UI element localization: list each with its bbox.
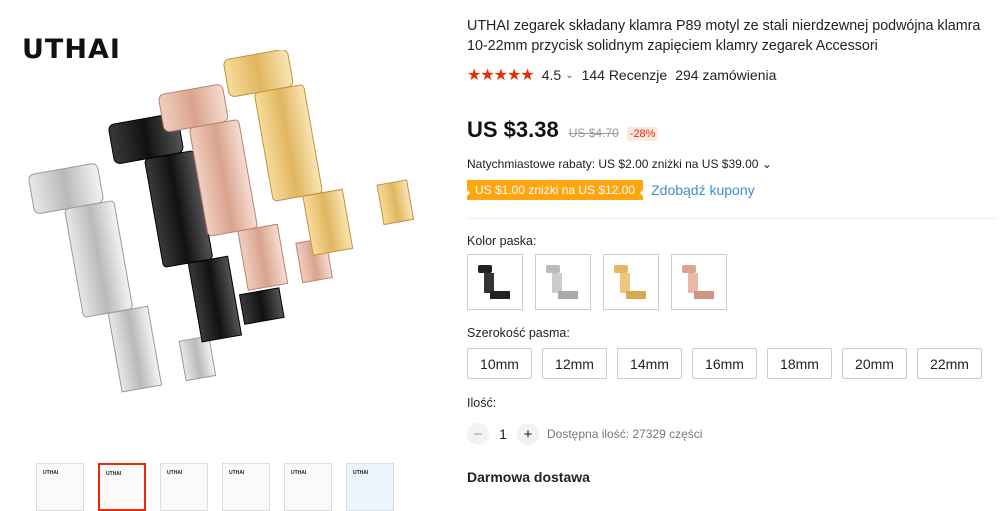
orders-count: 294 zamówienia bbox=[675, 67, 777, 83]
shipping-info: Darmowa dostawa bbox=[467, 469, 590, 485]
thumbnail[interactable]: UTHAI bbox=[36, 463, 84, 511]
quantity-plus-button[interactable]: + bbox=[517, 423, 539, 445]
thumbnail[interactable]: UTHAI bbox=[346, 463, 394, 511]
width-label: Szerokość pasma: bbox=[467, 326, 570, 340]
color-option-gold[interactable] bbox=[603, 254, 659, 310]
size-options: 10mm 12mm 14mm 16mm 18mm 20mm 22mm bbox=[467, 348, 982, 379]
thumbnail[interactable]: UTHAI bbox=[222, 463, 270, 511]
thumbnail-selected[interactable]: UTHAI bbox=[98, 463, 146, 511]
color-options bbox=[467, 254, 727, 310]
thumbnail-strip: UTHAI UTHAI UTHAI UTHAI UTHAI UTHAI bbox=[36, 463, 394, 511]
coupon-row: US $1.00 zniżki na US $12.00 Zdobądź kup… bbox=[465, 180, 755, 200]
product-title: UTHAI zegarek składany klamra P89 motyl … bbox=[467, 18, 981, 54]
quantity-stepper: − 1 + Dostępna ilość: 27329 części bbox=[467, 423, 702, 445]
star-rating-icon: ★★★★★ bbox=[467, 67, 535, 84]
size-option[interactable]: 22mm bbox=[917, 348, 982, 379]
size-option[interactable]: 16mm bbox=[692, 348, 757, 379]
rating-score[interactable]: 4.5 bbox=[542, 67, 561, 83]
size-option[interactable]: 10mm bbox=[467, 348, 532, 379]
rating-row: ★★★★★ 4.5 ⌄ 144 Recenzje 294 zamówienia bbox=[467, 65, 776, 85]
old-price: US $4.70 bbox=[568, 126, 619, 140]
divider bbox=[467, 218, 997, 219]
current-price: US $3.38 bbox=[467, 117, 559, 142]
color-option-rose-gold[interactable] bbox=[671, 254, 727, 310]
size-option[interactable]: 18mm bbox=[767, 348, 832, 379]
discount-badge: -28% bbox=[626, 127, 659, 141]
gallery: UTHAI UTHAI UTHAI UTHAI UTHAI UTHAI UTHA… bbox=[0, 0, 450, 511]
color-label: Kolor paska: bbox=[467, 234, 537, 248]
chevron-down-icon[interactable]: ⌄ bbox=[565, 70, 573, 81]
product-main-image[interactable] bbox=[18, 50, 450, 450]
size-option[interactable]: 20mm bbox=[842, 348, 907, 379]
get-coupons-link[interactable]: Zdobądź kupony bbox=[651, 182, 755, 198]
thumbnail[interactable]: UTHAI bbox=[160, 463, 208, 511]
quantity-label: Ilość: bbox=[467, 396, 497, 410]
price-row: US $3.38 US $4.70 -28% bbox=[467, 117, 659, 143]
quantity-minus-button[interactable]: − bbox=[467, 423, 489, 445]
instant-discount[interactable]: Natychmiastowe rabaty: US $2.00 zniżki n… bbox=[467, 157, 772, 171]
size-option[interactable]: 14mm bbox=[617, 348, 682, 379]
reviews-link[interactable]: 144 Recenzje bbox=[582, 67, 668, 83]
available-quantity: Dostępna ilość: 27329 części bbox=[547, 427, 703, 441]
color-option-black[interactable] bbox=[467, 254, 523, 310]
color-option-silver[interactable] bbox=[535, 254, 591, 310]
quantity-value[interactable]: 1 bbox=[489, 426, 517, 442]
size-option[interactable]: 12mm bbox=[542, 348, 607, 379]
coupon-badge[interactable]: US $1.00 zniżki na US $12.00 bbox=[465, 180, 645, 200]
thumbnail[interactable]: UTHAI bbox=[284, 463, 332, 511]
